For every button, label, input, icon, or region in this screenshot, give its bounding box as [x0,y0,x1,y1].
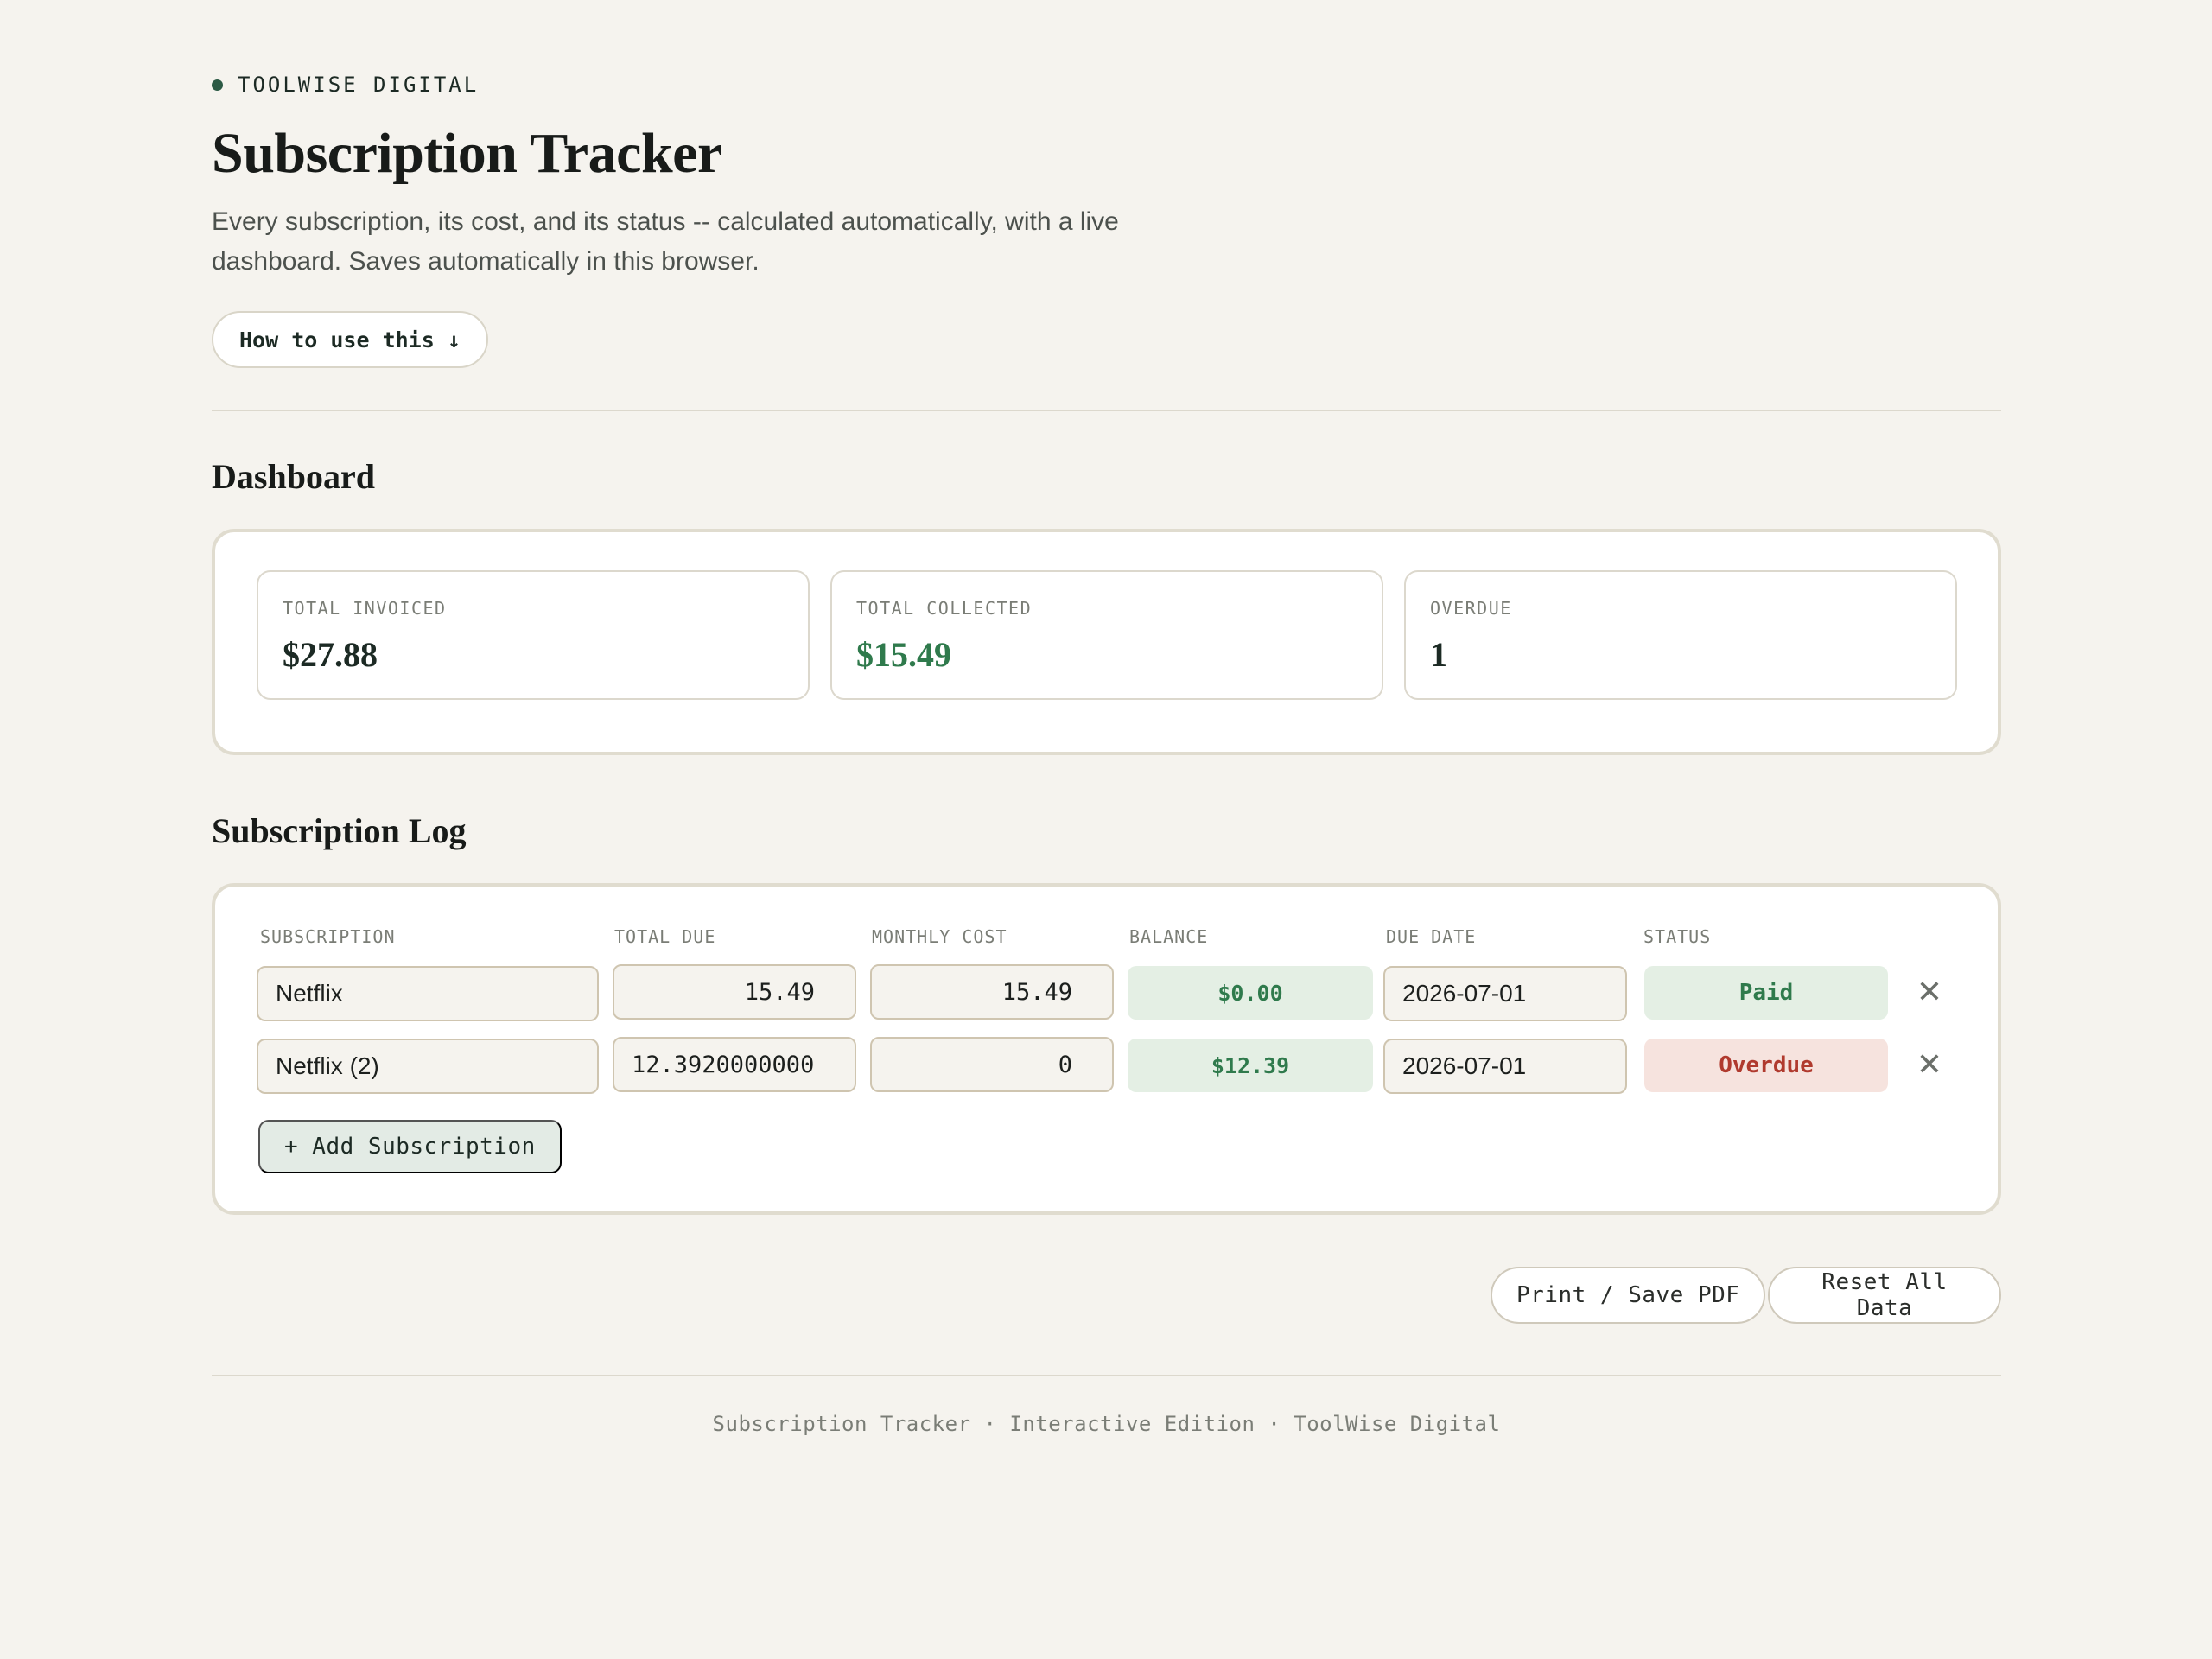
due-date-input[interactable]: 2026-07-01 [1383,966,1627,1021]
how-to-use-button[interactable]: How to use this ↓ [212,311,488,368]
print-save-pdf-button[interactable]: Print / Save PDF [1491,1267,1766,1324]
stat-total-collected: TOTAL COLLECTED $15.49 [830,570,1383,700]
stat-value: 1 [1430,635,1447,674]
column-header-total-due: TOTAL DUE [614,926,716,947]
subscription-log-panel: SUBSCRIPTION TOTAL DUE MONTHLY COST BALA… [212,883,2001,1215]
stat-total-invoiced: TOTAL INVOICED $27.88 [257,570,810,700]
dashboard-panel: TOTAL INVOICED $27.88 TOTAL COLLECTED $1… [212,529,2001,755]
footer-text: Subscription Tracker · Interactive Editi… [712,1412,1501,1436]
total-due-input[interactable]: 15.49 [613,964,856,1020]
stat-label: TOTAL INVOICED [283,598,447,619]
total-due-input[interactable]: 12.3920000000 [613,1037,856,1092]
column-header-subscription: SUBSCRIPTION [260,926,396,947]
brand: TOOLWISE DIGITAL [212,73,479,97]
stat-overdue: OVERDUE 1 [1404,570,1957,700]
column-header-balance: BALANCE [1129,926,1209,947]
monthly-cost-input[interactable]: 0 [870,1037,1114,1092]
status-badge: Paid [1644,966,1888,1020]
column-header-monthly-cost: MONTHLY COST [872,926,1007,947]
subscription-name-input[interactable]: Netflix (2) [257,1039,599,1094]
balance-value: $0.00 [1128,966,1373,1020]
due-date-input[interactable]: 2026-07-01 [1383,1039,1627,1094]
column-header-due-date: DUE DATE [1386,926,1477,947]
footer-divider [212,1375,2001,1376]
status-badge: Overdue [1644,1039,1888,1092]
stat-value: $15.49 [856,635,951,674]
reset-all-data-button[interactable]: Reset All Data [1768,1267,2001,1324]
delete-row-icon[interactable]: ✕ [1912,974,1947,1009]
stat-label: OVERDUE [1430,598,1512,619]
divider [212,410,2001,411]
brand-name: TOOLWISE DIGITAL [238,73,480,97]
subscription-log-heading: Subscription Log [212,811,467,850]
column-header-status: STATUS [1643,926,1712,947]
dashboard-heading: Dashboard [212,457,375,496]
balance-value: $12.39 [1128,1039,1373,1092]
monthly-cost-input[interactable]: 15.49 [870,964,1114,1020]
brand-dot-icon [212,79,223,91]
subscription-name-input[interactable]: Netflix [257,966,599,1021]
stat-label: TOTAL COLLECTED [856,598,1033,619]
delete-row-icon[interactable]: ✕ [1912,1046,1947,1082]
page-description: Every subscription, its cost, and its st… [212,207,1119,276]
page-title: Subscription Tracker [212,122,722,185]
add-subscription-button[interactable]: + Add Subscription [258,1120,562,1173]
stat-value: $27.88 [283,635,378,674]
